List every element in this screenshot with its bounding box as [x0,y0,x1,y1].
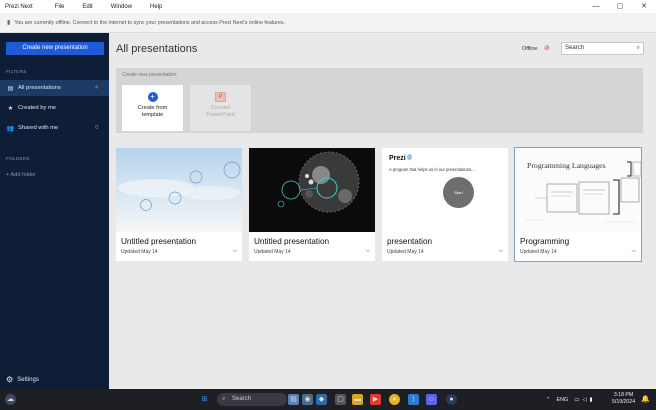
offline-message: You are currently offline. Connect to th… [14,19,286,26]
offline-warning-icon: ▮ [7,20,11,26]
windows-start-icon[interactable]: ⊞ [199,394,210,405]
gear-icon: ⚙ [6,375,14,384]
powerpoint-icon: P [215,92,226,102]
presentation-card[interactable]: Prezi A program that helps us in our pre… [382,148,508,261]
battery-icon[interactable]: ▮ [589,397,592,403]
youtube-icon[interactable]: ▶ [370,394,381,405]
system-tray: ⌃ ENG ▭ ◁ ▮ [546,389,592,410]
presentation-updated: Updated May 14 [520,249,557,255]
volume-icon[interactable]: ◁ [582,397,586,403]
people-icon: 👥 [6,125,15,132]
search-icon: ⌕ [222,396,226,402]
sidebar-item-shared-with-me[interactable]: 👥 Shared with me 0 [0,120,109,136]
presentation-card[interactable]: Untitled presentation Updated May 14 ⌵ [249,148,375,261]
taskbar: ☁ ⊞ ⌕ Search ▤ ◉ ◆ ▢ ▬ ▶ ● ⟩ ☺ ● ⌃ ENG ▭… [0,389,656,410]
clock-date: 5/19/2024 [612,399,636,405]
taskbar-search-label: Search [232,396,252,402]
offline-status: Offline [522,46,538,52]
presentation-thumbnail [116,148,242,232]
menu-edit[interactable]: Edit [82,4,92,10]
start-label: Start [454,190,463,195]
settings-button[interactable]: ⚙ Settings [6,375,39,384]
language-indicator[interactable]: ENG [557,397,569,403]
taskbar-search[interactable]: ⌕ Search [217,393,287,406]
thumbnail-text: A program that helps us in our presentat… [389,167,475,172]
presentation-title: presentation [387,237,433,246]
create-from-template-tile[interactable]: + Create from template [122,85,183,131]
sidebar-item-all-presentations[interactable]: ▤ All presentations 4 [0,80,109,96]
presentation-card[interactable]: Untitled presentation Updated May 14 ⌵ [116,148,242,261]
weather-icon[interactable]: ☁ [5,394,16,405]
sidebar: Create new presentation FILTERS ▤ All pr… [0,33,109,389]
search-icon: ⌕ [636,45,640,51]
presentation-card-selected[interactable]: Programming Languages Programming Update… [514,147,642,262]
menu-help[interactable]: Help [150,4,162,10]
folder-icon[interactable]: ▬ [352,394,363,405]
create-new-presentation-button[interactable]: Create new presentation [6,42,104,55]
clock[interactable]: 3:18 PM 5/19/2024 [612,392,635,406]
folders-heading: FOLDERS [6,156,30,161]
settings-label: Settings [17,376,39,383]
sidebar-item-count: 4 [95,85,98,91]
search-input[interactable]: Search ⌕ [561,42,644,55]
app-icon[interactable]: ◆ [316,394,327,405]
chrome-icon[interactable]: ● [389,394,400,405]
start-circle: Start [443,177,474,208]
chevron-down-icon[interactable]: ⌵ [365,248,370,255]
presentation-title: Untitled presentation [254,237,330,246]
filters-heading: FILTERS [6,69,27,74]
create-new-panel-heading: Create new presentation [122,72,177,78]
discord-icon[interactable]: ☺ [426,394,437,405]
chevron-down-icon[interactable]: ⌵ [631,248,636,255]
sidebar-item-label: All presentations [18,85,61,91]
presentation-title: Untitled presentation [121,237,197,246]
thumbnail-heading: Prezi [389,155,406,162]
presentation-updated: Updated May 14 [387,249,424,255]
sidebar-item-count: 0 [95,125,98,131]
offline-cloud-icon: ⊘ [544,45,550,52]
presentation-updated: Updated May 14 [254,249,291,255]
chevron-down-icon[interactable]: ⌵ [498,248,503,255]
plus-icon: + [147,92,158,102]
minimize-button[interactable]: — [584,0,608,13]
add-folder-button[interactable]: + Add folder [6,172,36,178]
presentation-thumbnail: Programming Languages [515,148,641,232]
network-icon[interactable]: ▭ [574,397,579,403]
page-title: All presentations [116,43,198,55]
presentation-updated: Updated May 14 [121,249,158,255]
title-bar: Prezi Next File Edit Window Help — ▢ ✕ [0,0,656,13]
tile-label: Convert PowerPoint [206,105,235,118]
presentation-title: Programming [520,237,570,246]
tile-label: Create from template [137,105,168,118]
prezi-taskbar-icon[interactable]: ● [446,394,457,405]
convert-powerpoint-tile[interactable]: P Convert PowerPoint [190,85,251,131]
list-icon: ▤ [7,85,14,92]
offline-notice-bar: ▮ You are currently offline. Connect to … [0,13,656,33]
file-explorer-icon[interactable]: ◉ [302,394,313,405]
search-placeholder: Search [565,45,585,51]
maximize-button[interactable]: ▢ [608,0,632,13]
chevron-up-icon[interactable]: ⌃ [546,397,551,403]
notifications-icon[interactable]: 🔔 [640,394,651,405]
clock-time: 3:18 PM [613,392,634,398]
window-controls: — ▢ ✕ [584,0,656,13]
app-title: Prezi Next [5,3,33,10]
menu-file[interactable]: File [55,4,65,10]
widgets-icon[interactable]: ▤ [288,394,299,405]
main-content: All presentations Offline ⊘ Search ⌕ Cre… [109,33,656,389]
sidebar-item-label: Created by me [18,105,57,111]
star-icon: ★ [7,105,14,112]
presentation-thumbnail [249,148,375,232]
chevron-down-icon[interactable]: ⌵ [232,248,237,255]
task-view-icon[interactable]: ▢ [335,394,346,405]
light-bulb-icon [407,154,412,160]
create-new-panel: Create new presentation + Create from te… [116,68,643,133]
vscode-icon[interactable]: ⟩ [408,394,419,405]
sidebar-item-label: Shared with me [18,125,59,131]
menu-window[interactable]: Window [111,4,132,10]
sidebar-item-created-by-me[interactable]: ★ Created by me [0,100,109,116]
presentation-thumbnail: Prezi A program that helps us in our pre… [382,148,508,232]
close-button[interactable]: ✕ [632,0,656,13]
